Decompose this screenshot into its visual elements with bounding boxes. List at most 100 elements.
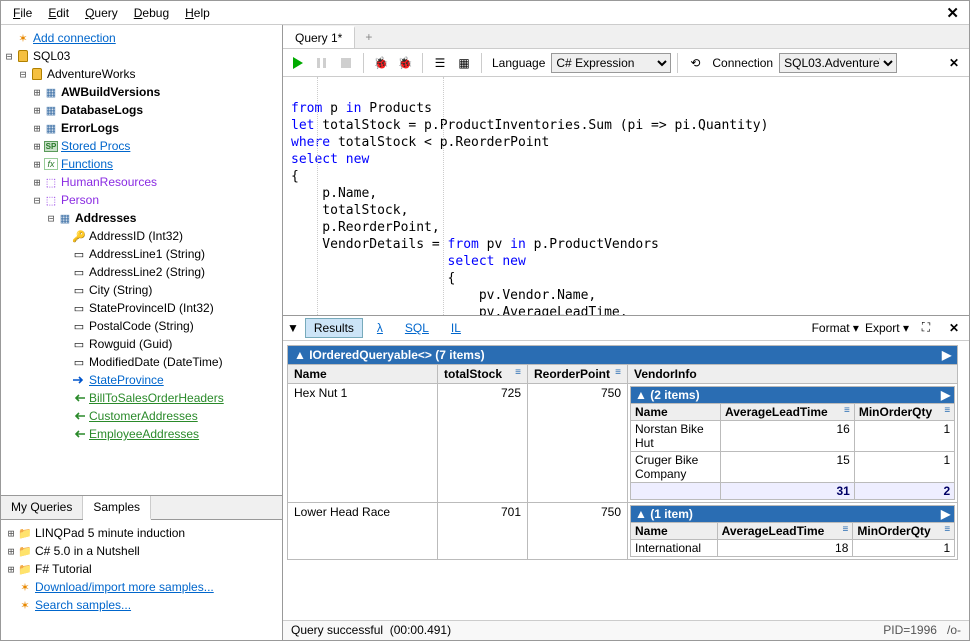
new-tab-button[interactable]: + [355, 27, 382, 47]
connection-select[interactable]: SQL03.AdventureW [779, 53, 897, 73]
function-icon: fx [43, 156, 59, 172]
sort-icon[interactable]: ≡ [844, 405, 850, 416]
pause-button[interactable] [311, 52, 333, 74]
functions-node[interactable]: Functions [61, 157, 113, 171]
search-samples-link[interactable]: Search samples... [35, 598, 131, 612]
toggle-icon[interactable]: ⊞ [31, 158, 43, 171]
collapse-icon[interactable]: ▼ [287, 321, 299, 335]
column-node[interactable]: ModifiedDate (DateTime) [89, 355, 223, 369]
toggle-icon[interactable]: ⊟ [31, 194, 43, 207]
server-node[interactable]: SQL03 [33, 49, 70, 63]
nav-node[interactable]: BillToSalesOrderHeaders [89, 391, 224, 405]
close-icon[interactable]: ✕ [943, 52, 965, 74]
download-samples-link[interactable]: Download/import more samples... [35, 580, 214, 594]
table-node[interactable]: Addresses [75, 211, 136, 225]
results-grid[interactable]: ▲ IOrderedQueryable<> (7 items)▶ Name to… [283, 341, 969, 620]
menu-debug[interactable]: Debug [126, 4, 177, 22]
sort-icon[interactable]: ≡ [944, 405, 950, 416]
column-node[interactable]: AddressLine1 (String) [89, 247, 205, 261]
toggle-icon[interactable]: ⊞ [31, 176, 43, 189]
table-node[interactable]: ErrorLogs [61, 121, 119, 135]
folder-icon: 📁 [17, 525, 33, 541]
query-tab[interactable]: Query 1* [283, 26, 355, 48]
col-header[interactable]: Name [631, 522, 718, 539]
nav-node[interactable]: CustomerAddresses [89, 409, 198, 423]
bug-icon[interactable]: 🐞 [394, 52, 416, 74]
col-header[interactable]: AverageLeadTime≡ [721, 403, 855, 420]
nav-node[interactable]: EmployeeAddresses [89, 427, 199, 441]
toggle-icon[interactable]: ⊟ [17, 68, 29, 81]
add-connection-link[interactable]: Add connection [33, 31, 116, 45]
table-row[interactable]: Cruger Bike Company151 [631, 451, 955, 482]
table-node[interactable]: DatabaseLogs [61, 103, 143, 117]
status-mode: /o- [947, 623, 961, 637]
menu-help[interactable]: Help [177, 4, 218, 22]
table-row[interactable]: Norstan Bike Hut161 [631, 420, 955, 451]
nav-node[interactable]: StateProvince [89, 373, 164, 387]
sample-item[interactable]: LINQPad 5 minute induction [35, 526, 185, 540]
column-icon: ▭ [71, 336, 87, 352]
language-select[interactable]: C# Expression [551, 53, 671, 73]
column-node[interactable]: StateProvinceID (Int32) [89, 301, 214, 315]
table-icon: ▦ [43, 120, 59, 136]
col-header[interactable]: VendorInfo [628, 364, 958, 383]
close-pane-icon[interactable]: ✕ [940, 4, 965, 22]
connection-icon[interactable]: ⟲ [684, 52, 706, 74]
toggle-icon[interactable]: ⊟ [3, 50, 15, 63]
database-node[interactable]: AdventureWorks [47, 67, 135, 81]
column-icon: ▭ [71, 282, 87, 298]
sample-item[interactable]: C# 5.0 in a Nutshell [35, 544, 140, 558]
storedprocs-node[interactable]: Stored Procs [61, 139, 130, 153]
toggle-icon[interactable]: ⊞ [5, 527, 17, 540]
rich-text-icon[interactable]: ☰ [429, 52, 451, 74]
toggle-icon[interactable]: ⊞ [31, 104, 43, 117]
toggle-icon[interactable]: ⊞ [5, 563, 17, 576]
schema-node[interactable]: Person [61, 193, 99, 207]
col-header[interactable]: AverageLeadTime≡ [717, 522, 853, 539]
tab-sql[interactable]: SQL [397, 319, 437, 337]
sort-icon[interactable]: ≡ [515, 367, 521, 378]
column-node[interactable]: City (String) [89, 283, 152, 297]
menu-query[interactable]: Query [77, 4, 126, 22]
sort-icon[interactable]: ≡ [615, 367, 621, 378]
column-node[interactable]: PostalCode (String) [89, 319, 194, 333]
table-row[interactable]: Lower Head Race 701 750 ▲ (1 item)▶ Name… [288, 502, 958, 559]
toggle-icon[interactable]: ⊞ [5, 545, 17, 558]
tab-results[interactable]: Results [305, 318, 363, 338]
subgrid-title: ▲ (2 items)▶ [631, 386, 955, 403]
schema-node[interactable]: HumanResources [61, 175, 157, 189]
tab-myqueries[interactable]: My Queries [1, 496, 83, 519]
column-node[interactable]: AddressID (Int32) [89, 229, 183, 243]
format-dropdown[interactable]: Format ▾ [812, 321, 859, 335]
status-pid: PID=1996 [883, 623, 937, 637]
col-header[interactable]: Name [288, 364, 438, 383]
col-header[interactable]: MinOrderQty≡ [854, 403, 954, 420]
col-header[interactable]: MinOrderQty≡ [853, 522, 955, 539]
menu-file[interactable]: File [5, 4, 40, 22]
toggle-icon[interactable]: ⊞ [31, 140, 43, 153]
tab-lambda[interactable]: λ [369, 319, 391, 337]
col-header[interactable]: totalStock≡ [438, 364, 528, 383]
stop-button[interactable] [335, 52, 357, 74]
toggle-icon[interactable]: ⊟ [45, 212, 57, 225]
expand-icon[interactable]: ⛶ [915, 317, 937, 339]
table-row[interactable]: International181 [631, 539, 955, 556]
table-node[interactable]: AWBuildVersions [61, 85, 160, 99]
tab-samples[interactable]: Samples [83, 496, 151, 520]
bug-icon[interactable]: 🐞 [370, 52, 392, 74]
column-node[interactable]: AddressLine2 (String) [89, 265, 205, 279]
toggle-icon[interactable]: ⊞ [31, 122, 43, 135]
run-button[interactable] [287, 52, 309, 74]
table-row[interactable]: Hex Nut 1 725 750 ▲ (2 items)▶ NameAvera… [288, 383, 958, 502]
col-header[interactable]: Name [631, 403, 721, 420]
grid-icon[interactable]: ▦ [453, 52, 475, 74]
sample-item[interactable]: F# Tutorial [35, 562, 92, 576]
code-editor[interactable]: from p in Products let totalStock = p.Pr… [283, 77, 969, 315]
menu-edit[interactable]: Edit [40, 4, 77, 22]
col-header[interactable]: ReorderPoint≡ [528, 364, 628, 383]
column-node[interactable]: Rowguid (Guid) [89, 337, 172, 351]
export-dropdown[interactable]: Export ▾ [865, 321, 909, 335]
close-icon[interactable]: ✕ [943, 317, 965, 339]
toggle-icon[interactable]: ⊞ [31, 86, 43, 99]
tab-il[interactable]: IL [443, 319, 469, 337]
